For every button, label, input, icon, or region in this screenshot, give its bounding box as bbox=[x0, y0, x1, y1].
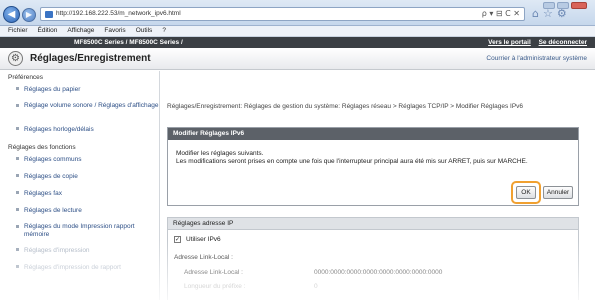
browser-chrome: ◀ ▶ http://192.168.222.53/m_network_ipv6… bbox=[0, 0, 595, 26]
menu-view[interactable]: Affichage bbox=[67, 26, 94, 36]
sidebar-item-volume-display[interactable]: Réglage volume sonore / Réglages d'affic… bbox=[0, 101, 159, 124]
link-local-value: 0000:0000:0000:0000:0000:0000:0000:0000 bbox=[314, 269, 443, 276]
sidebar: Préférences Réglages du papier Réglage v… bbox=[0, 71, 160, 300]
dialog-line-2: Les modifications seront prises en compt… bbox=[176, 158, 528, 165]
sidebar-item-report-print[interactable]: Réglages d'impression de rapport bbox=[0, 262, 159, 279]
sidebar-group-functions: Réglages des fonctions bbox=[8, 144, 76, 151]
address-tools[interactable]: ρ ▾ ⊟ C ✕ bbox=[482, 9, 520, 18]
sidebar-item-common[interactable]: Réglages communs bbox=[0, 154, 159, 171]
home-icon[interactable]: ⌂ bbox=[532, 7, 539, 20]
ip-settings-section: Réglages adresse IP ✓ Utiliser IPv6 Adre… bbox=[167, 217, 579, 300]
sidebar-item-scan[interactable]: Réglages de lecture bbox=[0, 205, 159, 222]
prefix-length-value: 0 bbox=[314, 283, 318, 290]
use-ipv6-checkbox[interactable]: ✓ bbox=[174, 236, 181, 243]
sidebar-item-copy[interactable]: Réglages de copie bbox=[0, 171, 159, 188]
link-local-heading: Adresse Link-Local : bbox=[174, 254, 233, 261]
logout-link[interactable]: Se déconnecter bbox=[539, 39, 587, 46]
menu-favorites[interactable]: Favoris bbox=[104, 26, 125, 36]
sidebar-item-print[interactable]: Réglages d'impression bbox=[0, 245, 159, 262]
section-title: Réglages adresse IP bbox=[168, 218, 578, 230]
main-content: Réglages/Enregistrement: Réglages de ges… bbox=[161, 71, 595, 300]
favorites-icon[interactable]: ☆ bbox=[543, 7, 553, 20]
settings-icon: ⚙ bbox=[8, 51, 23, 66]
address-bar[interactable]: http://192.168.222.53/m_network_ipv6.htm… bbox=[40, 7, 525, 21]
sidebar-item-fax[interactable]: Réglages fax bbox=[0, 188, 159, 205]
close-icon[interactable] bbox=[571, 2, 587, 9]
ok-button[interactable]: OK bbox=[516, 186, 536, 199]
menu-file[interactable]: Fichier bbox=[8, 26, 28, 36]
gear-icon[interactable]: ⚙ bbox=[557, 7, 567, 20]
portal-link[interactable]: Vers le portail bbox=[488, 39, 531, 46]
device-model: MF8500C Series / MF8500C Series / bbox=[74, 39, 183, 46]
back-button[interactable]: ◀ bbox=[3, 6, 20, 23]
menu-help[interactable]: ? bbox=[162, 26, 166, 36]
url-text: http://192.168.222.53/m_network_ipv6.htm… bbox=[56, 10, 181, 17]
page-title: Réglages/Enregistrement bbox=[30, 53, 151, 64]
dialog-line-1: Modifier les réglages suivants. bbox=[176, 150, 264, 157]
cancel-button[interactable]: Annuler bbox=[543, 186, 573, 199]
browser-icons: ⌂ ☆ ⚙ bbox=[532, 7, 567, 20]
device-links: Vers le portail Se déconnecter bbox=[482, 37, 587, 48]
dialog-title: Modifier Réglages IPv6 bbox=[168, 128, 578, 140]
device-bar: MF8500C Series / MF8500C Series / Vers l… bbox=[0, 37, 595, 48]
confirm-dialog: Modifier Réglages IPv6 Modifier les régl… bbox=[167, 127, 579, 206]
sidebar-item-memory-report[interactable]: Réglages du mode Impression rapport mémo… bbox=[0, 222, 159, 245]
menu-edit[interactable]: Édition bbox=[38, 26, 58, 36]
sidebar-group-preferences: Préférences bbox=[8, 74, 44, 81]
sidebar-item-paper[interactable]: Réglages du papier bbox=[0, 84, 159, 101]
menu-tools[interactable]: Outils bbox=[136, 26, 153, 36]
browser-menubar: Fichier Édition Affichage Favoris Outils… bbox=[0, 26, 595, 37]
admin-contact-link[interactable]: Courrier à l'administrateur système bbox=[486, 55, 587, 62]
sidebar-item-clock-timers[interactable]: Réglages horloge/délais bbox=[0, 124, 159, 141]
dialog-message: Modifier les réglages suivants. Les modi… bbox=[168, 140, 578, 166]
prefix-length-label: Longueur du préfixe : bbox=[184, 283, 246, 290]
site-icon bbox=[45, 11, 53, 18]
link-local-label: Adresse Link-Local : bbox=[184, 269, 243, 276]
breadcrumb: Réglages/Enregistrement: Réglages de ges… bbox=[167, 103, 524, 110]
use-ipv6-label: Utiliser IPv6 bbox=[186, 236, 221, 243]
forward-button[interactable]: ▶ bbox=[22, 8, 36, 22]
page-header: ⚙ Réglages/Enregistrement Courrier à l'a… bbox=[0, 48, 595, 70]
